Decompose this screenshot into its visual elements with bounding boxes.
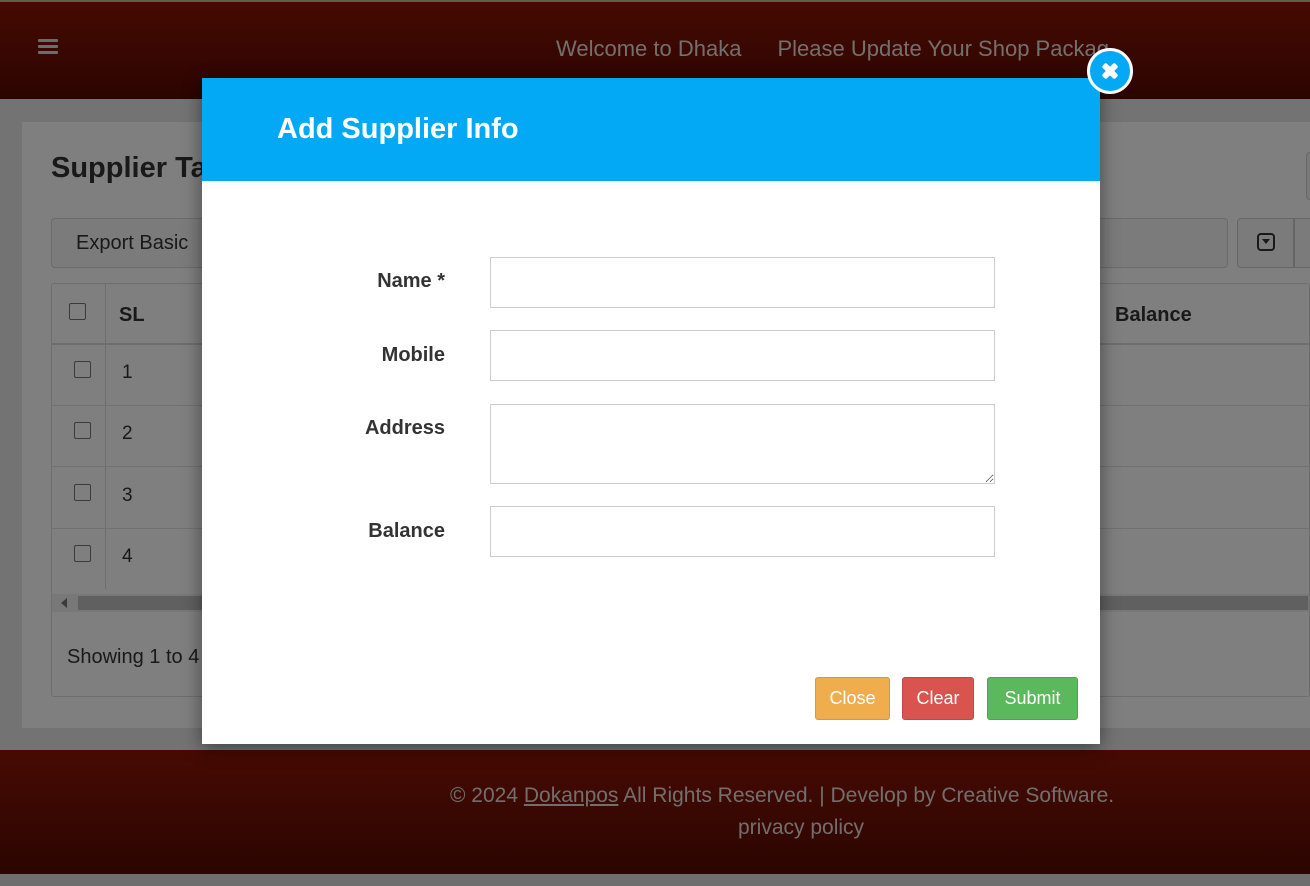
mobile-field[interactable] <box>490 330 995 381</box>
modal-close-icon[interactable] <box>1087 48 1133 94</box>
balance-field[interactable] <box>490 506 995 557</box>
balance-label: Balance <box>368 520 445 542</box>
mobile-label: Mobile <box>381 344 445 366</box>
clear-button[interactable]: Clear <box>902 677 974 720</box>
name-field[interactable] <box>490 257 995 308</box>
address-label: Address <box>364 417 445 439</box>
modal-header: Add Supplier Info <box>202 78 1100 181</box>
close-button[interactable]: Close <box>815 677 890 720</box>
submit-button[interactable]: Submit <box>987 677 1078 720</box>
modal-title: Add Supplier Info <box>277 113 519 145</box>
address-field[interactable] <box>490 404 995 484</box>
add-supplier-modal: Add Supplier Info Name * Mobile Address … <box>202 78 1100 744</box>
name-label: Name * <box>377 270 445 292</box>
